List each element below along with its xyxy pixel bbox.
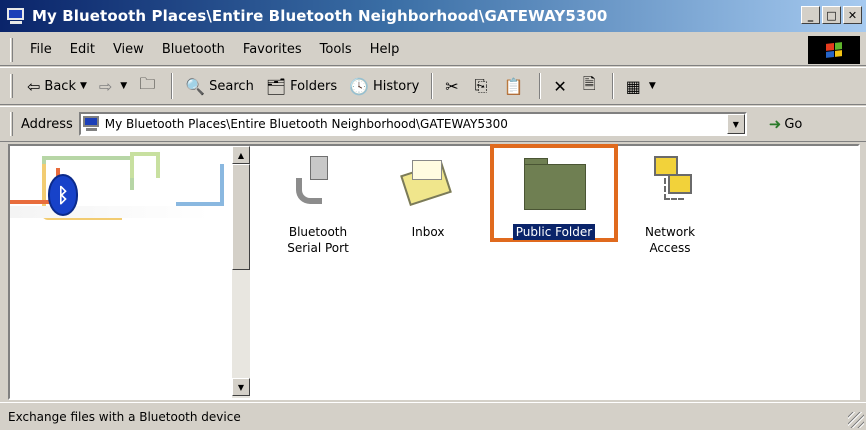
menu-help[interactable]: Help — [361, 42, 409, 57]
address-bar: Address My Bluetooth Places\Entire Bluet… — [0, 106, 866, 142]
folder-icon — [522, 154, 586, 214]
paste-icon: 📋 — [503, 76, 524, 96]
title-bar[interactable]: My Bluetooth Places\Entire Bluetooth Nei… — [0, 0, 866, 32]
search-label: Search — [209, 78, 254, 94]
forward-arrow-icon: ⇨ — [98, 76, 113, 96]
content-area: ᛒ ▲ ▼ Bluetooth Serial Port Inbox Public … — [8, 144, 860, 400]
toolbar-grip[interactable] — [10, 74, 13, 98]
item-inbox[interactable]: Inbox — [378, 146, 478, 240]
item-bluetooth-serial-port[interactable]: Bluetooth Serial Port — [268, 146, 368, 256]
search-button[interactable]: 🔍 Search — [179, 72, 260, 100]
menu-file[interactable]: File — [21, 42, 61, 57]
history-icon: 🕓 — [349, 76, 370, 96]
back-button[interactable]: ⇦ Back ▼ — [21, 72, 93, 100]
bluetooth-logo-icon: ᛒ — [48, 174, 78, 216]
paste-button[interactable]: 📋 — [497, 72, 533, 100]
address-value: My Bluetooth Places\Entire Bluetooth Nei… — [104, 117, 508, 131]
menu-view[interactable]: View — [104, 42, 153, 57]
go-arrow-icon: ➜ — [768, 115, 782, 133]
menu-favorites[interactable]: Favorites — [234, 42, 311, 57]
address-label: Address — [21, 116, 73, 132]
item-label: Bluetooth Serial Port — [287, 225, 349, 255]
menu-bluetooth[interactable]: Bluetooth — [153, 42, 234, 57]
back-arrow-icon: ⇦ — [27, 76, 41, 96]
toolbar-separator — [611, 73, 614, 99]
scroll-up-button[interactable]: ▲ — [232, 146, 250, 164]
address-input[interactable]: My Bluetooth Places\Entire Bluetooth Nei… — [78, 112, 747, 136]
copy-button[interactable]: ⎘ — [469, 72, 498, 100]
item-label: Public Folder — [512, 224, 596, 240]
folders-button[interactable]: 🗂 Folders — [260, 72, 343, 100]
computer-icon — [82, 116, 101, 132]
go-label: Go — [784, 116, 803, 132]
properties-icon: 🗎 — [582, 73, 596, 93]
network-access-icon — [638, 154, 702, 214]
copy-icon: ⎘ — [474, 76, 488, 95]
delete-icon: ✕ — [553, 76, 567, 96]
forward-button[interactable]: ⇨ ▼ — [93, 72, 133, 100]
maximize-button[interactable]: □ — [822, 6, 841, 24]
toolbar-separator — [171, 73, 174, 99]
views-dropdown-icon[interactable]: ▼ — [649, 81, 656, 91]
resize-grip[interactable] — [848, 412, 864, 428]
search-icon: 🔍 — [185, 76, 206, 96]
close-button[interactable]: ✕ — [843, 6, 862, 24]
folders-icon: 🗂 — [265, 76, 287, 96]
menu-bar: File Edit View Bluetooth Favorites Tools… — [0, 34, 866, 66]
item-label: Inbox — [411, 225, 445, 239]
scroll-down-button[interactable]: ▼ — [232, 378, 250, 396]
address-grip[interactable] — [10, 112, 13, 136]
status-bar: Exchange files with a Bluetooth device — [0, 402, 866, 430]
history-button[interactable]: 🕓 History — [343, 72, 425, 100]
item-network-access[interactable]: Network Access — [620, 146, 720, 256]
history-label: History — [373, 78, 420, 94]
up-folder-button[interactable]: 🗀 — [133, 72, 165, 100]
properties-button[interactable]: 🗎 — [577, 72, 606, 100]
explorer-window: My Bluetooth Places\Entire Bluetooth Nei… — [0, 0, 866, 430]
address-dropdown-icon[interactable]: ▼ — [726, 114, 745, 134]
views-icon: ▦ — [625, 76, 641, 96]
serial-port-icon — [286, 154, 350, 214]
vertical-scrollbar[interactable]: ▲ ▼ — [232, 146, 250, 398]
bluetooth-banner: ᛒ — [10, 146, 230, 398]
standard-toolbar: ⇦ Back ▼ ⇨ ▼ 🗀 🔍 Search 🗂 Folders 🕓 Hist… — [0, 67, 866, 105]
delete-button[interactable]: ✕ — [547, 72, 576, 100]
menu-edit[interactable]: Edit — [61, 42, 104, 57]
inbox-icon — [396, 154, 460, 214]
folders-label: Folders — [290, 78, 338, 94]
window-title: My Bluetooth Places\Entire Bluetooth Nei… — [32, 7, 608, 25]
item-label: Network Access — [644, 225, 696, 255]
up-folder-icon: 🗀 — [139, 73, 156, 93]
windows-logo-icon — [808, 36, 860, 64]
toolbar-separator — [431, 73, 434, 99]
scroll-thumb[interactable] — [232, 164, 250, 270]
item-public-folder[interactable]: Public Folder — [500, 146, 608, 240]
go-button[interactable]: ➜ Go — [769, 115, 803, 133]
status-text: Exchange files with a Bluetooth device — [8, 409, 241, 424]
forward-dropdown-icon[interactable]: ▼ — [120, 81, 127, 91]
menu-tools[interactable]: Tools — [311, 42, 361, 57]
menu-grip[interactable] — [10, 37, 13, 62]
window-controls: _ □ ✕ — [801, 6, 862, 24]
computer-icon — [6, 7, 26, 25]
back-label: Back — [44, 78, 76, 94]
back-dropdown-icon[interactable]: ▼ — [80, 81, 87, 91]
minimize-button[interactable]: _ — [801, 6, 820, 24]
views-button[interactable]: ▦ ▼ — [620, 72, 662, 100]
cut-icon: ✂ — [445, 76, 459, 96]
cut-button[interactable]: ✂ — [439, 72, 468, 100]
toolbar-separator — [539, 73, 542, 99]
